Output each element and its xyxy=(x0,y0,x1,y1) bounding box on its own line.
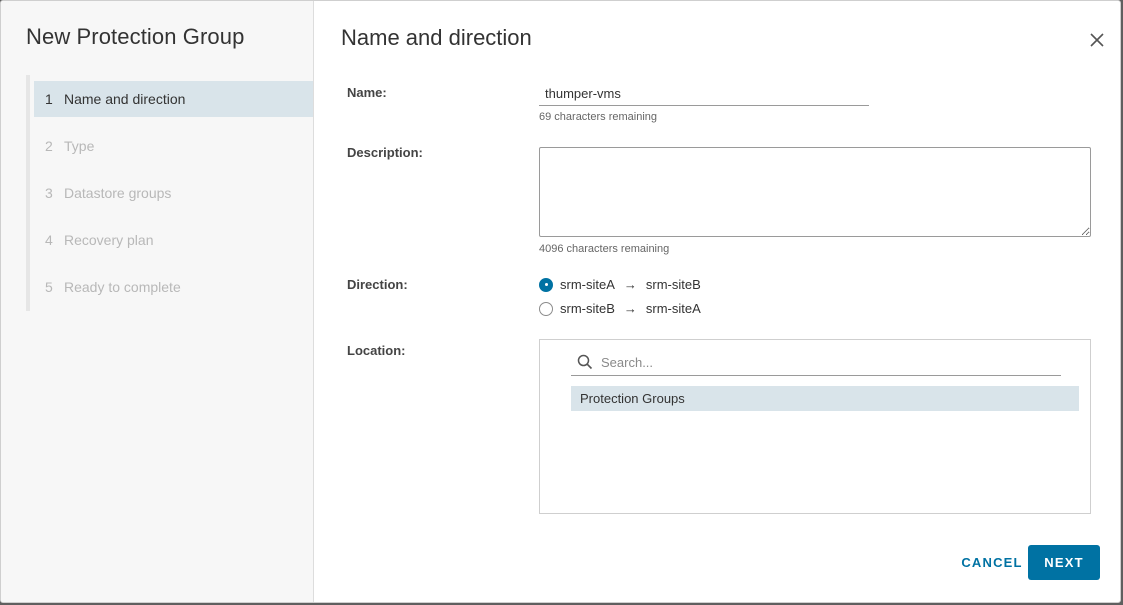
radio-button[interactable] xyxy=(539,301,553,316)
name-hint: 69 characters remaining xyxy=(539,111,658,123)
step-number: 2 xyxy=(45,138,53,154)
close-button[interactable] xyxy=(1088,31,1106,49)
new-protection-group-dialog: New Protection Group 1 Name and directio… xyxy=(0,0,1121,603)
step-label: Type xyxy=(64,138,95,154)
direction-to: srm-siteA xyxy=(645,301,701,316)
description-textarea[interactable] xyxy=(539,147,1091,237)
direction-label: Direction: xyxy=(347,277,408,292)
arrow-right-icon: → xyxy=(623,301,637,316)
wizard-sidebar: New Protection Group 1 Name and directio… xyxy=(1,1,314,602)
tree-item-protection-groups[interactable]: Protection Groups xyxy=(571,386,1079,411)
location-label: Location: xyxy=(347,343,406,358)
step-number: 4 xyxy=(45,232,53,248)
name-label: Name: xyxy=(347,85,387,100)
direction-to: srm-siteB xyxy=(645,277,701,292)
wizard-main: Name and direction Name: 69 characters r… xyxy=(314,1,1120,602)
step-label: Ready to complete xyxy=(64,279,181,295)
next-button[interactable]: NEXT xyxy=(1028,545,1100,580)
step-label: Recovery plan xyxy=(64,232,154,248)
step-label: Datastore groups xyxy=(64,185,172,201)
description-label: Description: xyxy=(347,145,423,160)
step-ready-to-complete: 5 Ready to complete xyxy=(34,269,313,305)
arrow-right-icon: → xyxy=(623,277,637,292)
step-type: 2 Type xyxy=(34,128,313,164)
step-datastore-groups: 3 Datastore groups xyxy=(34,175,313,211)
location-tree-panel: Protection Groups xyxy=(539,339,1091,514)
direction-from: srm-siteB xyxy=(560,301,615,316)
direction-option-a-to-b[interactable]: srm-siteA → srm-siteB xyxy=(539,277,701,292)
step-label: Name and direction xyxy=(64,91,186,107)
close-icon xyxy=(1090,33,1104,47)
step-recovery-plan: 4 Recovery plan xyxy=(34,222,313,258)
step-number: 1 xyxy=(45,91,53,107)
radio-button-checked[interactable] xyxy=(539,277,553,292)
name-input[interactable] xyxy=(539,81,869,106)
search-icon xyxy=(577,354,593,370)
step-number: 5 xyxy=(45,279,53,295)
step-name-and-direction[interactable]: 1 Name and direction xyxy=(34,81,313,117)
description-hint: 4096 characters remaining xyxy=(539,243,670,255)
wizard-title: New Protection Group xyxy=(26,24,245,49)
location-search xyxy=(571,352,1061,376)
search-input[interactable] xyxy=(601,352,1041,373)
step-number: 3 xyxy=(45,185,53,201)
direction-from: srm-siteA xyxy=(560,277,615,292)
direction-option-b-to-a[interactable]: srm-siteB → srm-siteA xyxy=(539,301,701,316)
page-title: Name and direction xyxy=(341,25,532,50)
wizard-steps: 1 Name and direction 2 Type 3 Datastore … xyxy=(26,75,317,311)
